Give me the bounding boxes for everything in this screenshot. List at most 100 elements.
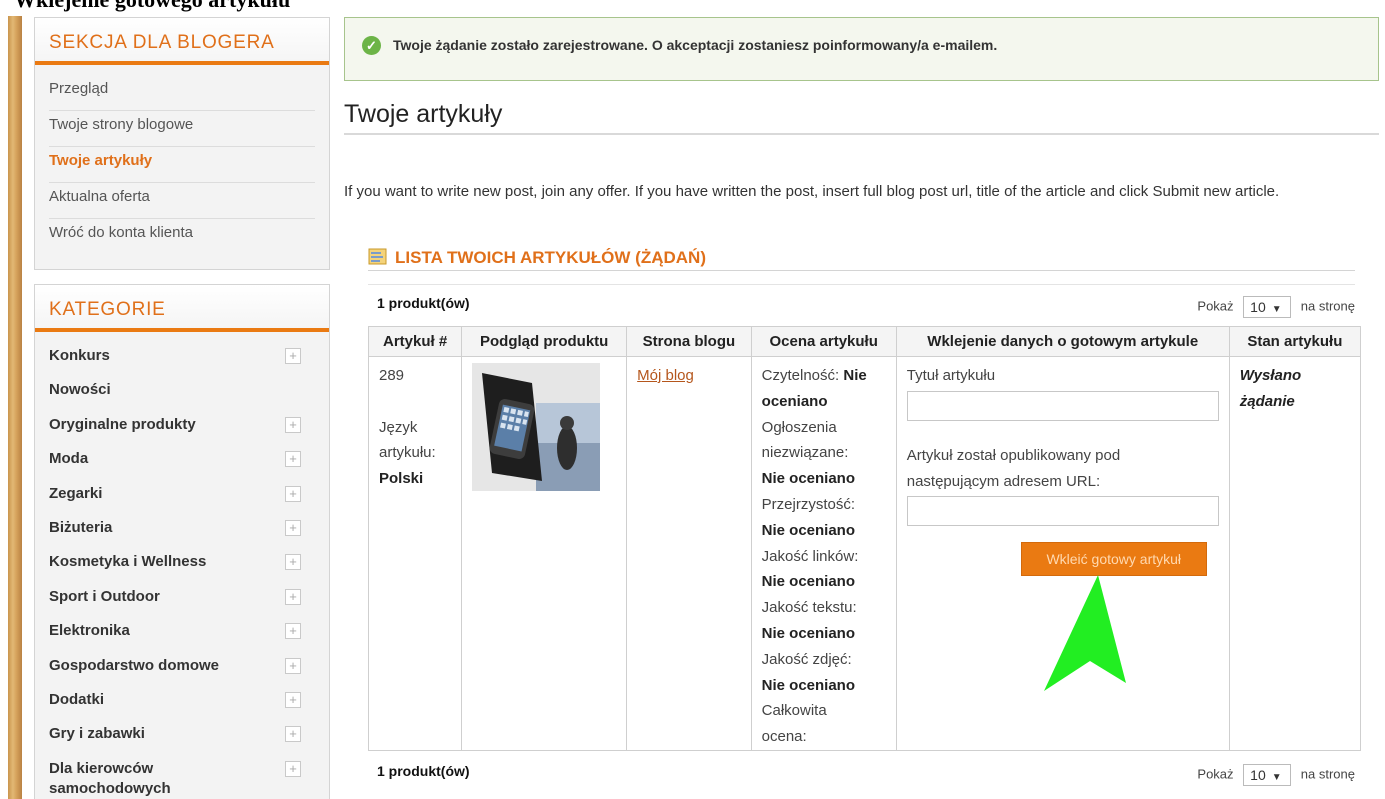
- list-title: LISTA TWOICH ARTYKUŁÓW (ŻĄDAŃ): [395, 248, 706, 267]
- menu-item-back-to-account[interactable]: Wróć do konta klienta: [49, 219, 315, 255]
- category-item[interactable]: Elektronika +: [49, 616, 315, 650]
- category-item[interactable]: Sport i Outdoor +: [49, 582, 315, 616]
- plus-icon[interactable]: +: [285, 760, 301, 777]
- category-item[interactable]: Dla kierowców samochodowych +: [49, 754, 315, 797]
- rating-cell: Czytelność: Nie oceniano Ogłoszenia niez…: [750, 356, 897, 751]
- dropdown-arrow-icon: ▼: [1271, 304, 1282, 315]
- blogger-section: SEKCJA DLA BLOGERA Przegląd Twoje strony…: [34, 17, 330, 270]
- category-list: Konkurs + Nowości Oryginalne produkty + Mo…: [35, 332, 329, 797]
- intro-text: If you want to write new post, join any …: [344, 183, 1280, 200]
- plus-icon[interactable]: +: [285, 348, 301, 364]
- category-label: Oryginalne produkty: [49, 415, 196, 433]
- rating-label: Jakość zdjęć:: [761, 650, 852, 668]
- rating-value: Nie oceniano: [761, 521, 856, 539]
- category-label: Dodatki: [49, 690, 105, 708]
- category-label: Dla kierowców samochodowych: [49, 759, 171, 797]
- plus-icon[interactable]: +: [285, 623, 301, 640]
- per-page-value: 10: [1250, 299, 1266, 315]
- list-divider: [368, 284, 1355, 285]
- per-page-select[interactable]: 10 ▼: [1243, 764, 1292, 786]
- rating-label: Przejrzystość:: [761, 495, 856, 513]
- product-count: 1 produkt(ów): [377, 763, 470, 779]
- table-row: 289 Język artykułu: Polski Mój blog Czyt…: [367, 356, 1362, 751]
- category-label: Zegarki: [49, 484, 103, 502]
- per-page-suffix: na stronę: [1300, 766, 1355, 782]
- article-title-input[interactable]: [906, 390, 1219, 421]
- category-label: Gospodarstwo domowe: [49, 656, 220, 674]
- plus-icon[interactable]: +: [285, 485, 301, 502]
- menu-item-current-offer[interactable]: Aktualna oferta: [49, 183, 315, 219]
- product-thumbnail[interactable]: [472, 363, 601, 491]
- column-header: Podgląd produktu: [461, 326, 628, 357]
- article-url-input[interactable]: [906, 496, 1219, 527]
- per-page-select[interactable]: 10 ▼: [1243, 296, 1292, 318]
- rating-label: Jakość linków:: [761, 547, 859, 565]
- table-header-row: Artykuł # Podgląd produktu Strona blogu …: [367, 326, 1362, 357]
- blog-page-cell: Mój blog: [626, 356, 752, 751]
- category-item[interactable]: Gry i zabawki +: [49, 719, 315, 753]
- page-title: Twoje artykuły: [344, 100, 503, 128]
- categories-section: KATEGORIE Konkurs + Nowości Oryginalne pr…: [34, 284, 330, 799]
- article-id: 289: [379, 367, 405, 384]
- menu-item-label: Twoje strony blogowe: [49, 116, 194, 133]
- column-header: Artykuł #: [367, 326, 463, 357]
- plus-icon[interactable]: +: [285, 519, 301, 536]
- category-label: Elektronika: [49, 622, 130, 640]
- category-item[interactable]: Kosmetyka i Wellness +: [49, 547, 315, 581]
- category-label: Konkurs: [49, 347, 110, 364]
- list-divider: [368, 270, 1355, 271]
- per-page-control: Pokaż 10 ▼ na stronę: [1197, 764, 1355, 786]
- menu-item-label: Twoje artykuły: [49, 152, 153, 169]
- category-label: Kosmetyka i Wellness: [49, 553, 207, 571]
- pager-top: 1 produkt(ów) Pokaż 10 ▼ na stronę: [370, 292, 1355, 318]
- status-badge: Wysłano żądanie: [1239, 367, 1302, 410]
- rating-label: Całkowita ocena:: [761, 702, 827, 746]
- category-label: Gry i zabawki: [49, 725, 145, 743]
- dropdown-arrow-icon: ▼: [1271, 772, 1282, 783]
- category-item[interactable]: Oryginalne produkty +: [49, 410, 315, 444]
- articles-table: Artykuł # Podgląd produktu Strona blogu …: [367, 326, 1362, 751]
- category-item[interactable]: Gospodarstwo domowe +: [49, 651, 315, 685]
- document-heading: Wklejenie gotowego artykułu: [14, 0, 290, 13]
- menu-item-label: Wróć do konta klienta: [49, 224, 193, 241]
- blogger-menu: Przegląd Twoje strony blogowe Twoje arty…: [35, 65, 329, 255]
- per-page-control: Pokaż 10 ▼ na stronę: [1197, 296, 1355, 318]
- menu-item-label: Przegląd: [49, 80, 109, 97]
- rating-value: Nie oceniano: [761, 624, 856, 642]
- category-item[interactable]: Moda +: [49, 444, 315, 478]
- my-blog-link[interactable]: Mój blog: [637, 367, 694, 384]
- product-count: 1 produkt(ów): [377, 295, 470, 311]
- categories-title: KATEGORIE: [35, 284, 329, 332]
- menu-item-your-articles[interactable]: Twoje artykuły: [49, 147, 315, 183]
- rating-label: Jakość tekstu:: [761, 599, 857, 617]
- plus-icon[interactable]: +: [285, 691, 301, 708]
- plus-icon[interactable]: +: [285, 657, 301, 674]
- category-item[interactable]: Dodatki +: [49, 685, 315, 719]
- category-item[interactable]: Zegarki +: [49, 479, 315, 513]
- menu-item-blog-pages[interactable]: Twoje strony blogowe: [49, 111, 315, 147]
- plus-icon[interactable]: +: [285, 451, 301, 468]
- category-item[interactable]: Biżuteria +: [49, 513, 315, 547]
- column-header: Ocena artykułu: [750, 326, 897, 357]
- plus-icon[interactable]: +: [285, 726, 301, 743]
- column-header: Wklejenie danych o gotowym artykule: [895, 326, 1230, 357]
- show-label: Pokaż: [1197, 766, 1234, 782]
- plus-icon[interactable]: +: [285, 416, 301, 433]
- check-circle-icon: ✓: [362, 36, 381, 55]
- rating-value: Nie oceniano: [761, 676, 856, 694]
- show-label: Pokaż: [1197, 298, 1234, 314]
- plus-icon[interactable]: +: [285, 554, 301, 571]
- list-icon: [368, 248, 387, 265]
- menu-item-overview[interactable]: Przegląd: [49, 75, 315, 111]
- per-page-suffix: na stronę: [1300, 298, 1355, 314]
- article-status-cell: Wysłano żądanie: [1228, 356, 1362, 751]
- rating-label: Ogłoszenia niezwiązane:: [761, 418, 849, 462]
- category-item[interactable]: Nowości: [49, 375, 315, 409]
- language-label: Język artykułu:: [379, 418, 436, 462]
- paste-article-button[interactable]: Wkleić gotowy artykuł: [1020, 542, 1207, 577]
- category-item[interactable]: Konkurs +: [49, 341, 315, 375]
- category-label: Biżuteria: [49, 518, 113, 536]
- category-label: Nowości: [49, 381, 111, 399]
- plus-icon[interactable]: +: [285, 588, 301, 605]
- column-header: Stan artykułu: [1228, 326, 1362, 357]
